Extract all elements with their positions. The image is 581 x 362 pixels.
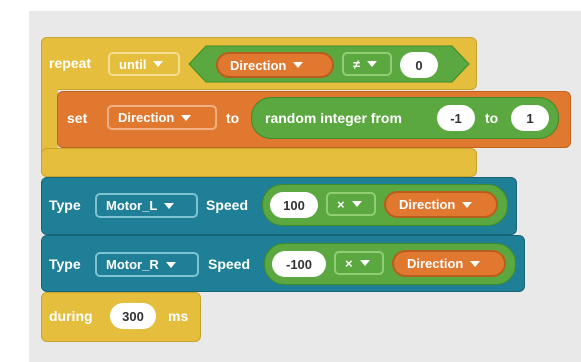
- motor-l-speed-input[interactable]: 100: [270, 192, 318, 218]
- chevron-down-icon: [470, 260, 481, 267]
- motor-r-type-label: Type: [49, 256, 81, 272]
- chevron-down-icon: [367, 61, 378, 67]
- repeat-label: repeat: [49, 55, 92, 71]
- motor-l-operator-dropdown[interactable]: ×: [326, 192, 376, 216]
- motor-l-dropdown[interactable]: Motor_L: [95, 193, 198, 218]
- repeat-mode-label: until: [119, 56, 147, 72]
- motor-r-variable-label: Direction: [407, 256, 464, 271]
- during-value-input[interactable]: 300: [110, 303, 156, 329]
- random-to-input[interactable]: 1: [511, 105, 549, 131]
- chevron-down-icon: [181, 114, 192, 121]
- repeat-block-bottom: [41, 148, 477, 177]
- condition-variable-label: Direction: [230, 57, 287, 73]
- condition-value-input[interactable]: 0: [400, 52, 438, 78]
- motor-l-speed-label: Speed: [206, 197, 249, 213]
- random-from-input[interactable]: -1: [437, 105, 475, 131]
- chevron-down-icon: [351, 201, 362, 207]
- chevron-down-icon: [164, 202, 175, 209]
- motor-r-speed-input[interactable]: -100: [272, 251, 326, 277]
- chevron-down-icon: [165, 261, 176, 268]
- motor-r-variable-dropdown[interactable]: Direction: [392, 250, 506, 277]
- motor-r-operator-dropdown[interactable]: ×: [334, 251, 384, 275]
- motor-l-variable-dropdown[interactable]: Direction: [384, 191, 498, 218]
- random-to-label: to: [485, 110, 499, 126]
- motor-l-variable-label: Direction: [399, 197, 456, 212]
- motor-r-dropdown[interactable]: Motor_R: [95, 252, 199, 277]
- chevron-down-icon: [153, 61, 164, 67]
- set-label: set: [67, 110, 88, 126]
- chevron-down-icon: [359, 260, 370, 266]
- motor-l-name: Motor_L: [106, 198, 158, 213]
- motor-r-speed-label: Speed: [208, 256, 251, 272]
- repeat-mode-dropdown[interactable]: until: [108, 52, 180, 76]
- set-to-label: to: [226, 110, 240, 126]
- motor-l-operator-label: ×: [337, 196, 345, 212]
- chevron-down-icon: [293, 62, 304, 68]
- condition-variable-dropdown[interactable]: Direction: [216, 52, 334, 78]
- set-variable-label: Direction: [118, 110, 175, 125]
- motor-r-name: Motor_R: [106, 257, 159, 272]
- during-label: during: [49, 308, 93, 324]
- random-integer-label: random integer from: [265, 110, 402, 126]
- chevron-down-icon: [462, 201, 473, 208]
- comparison-operator-dropdown[interactable]: ≠: [342, 52, 392, 76]
- set-variable-dropdown[interactable]: Direction: [107, 105, 217, 130]
- motor-r-operator-label: ×: [345, 255, 353, 271]
- during-unit-label: ms: [168, 308, 189, 324]
- motor-l-type-label: Type: [49, 197, 81, 213]
- comparison-operator-label: ≠: [353, 56, 361, 72]
